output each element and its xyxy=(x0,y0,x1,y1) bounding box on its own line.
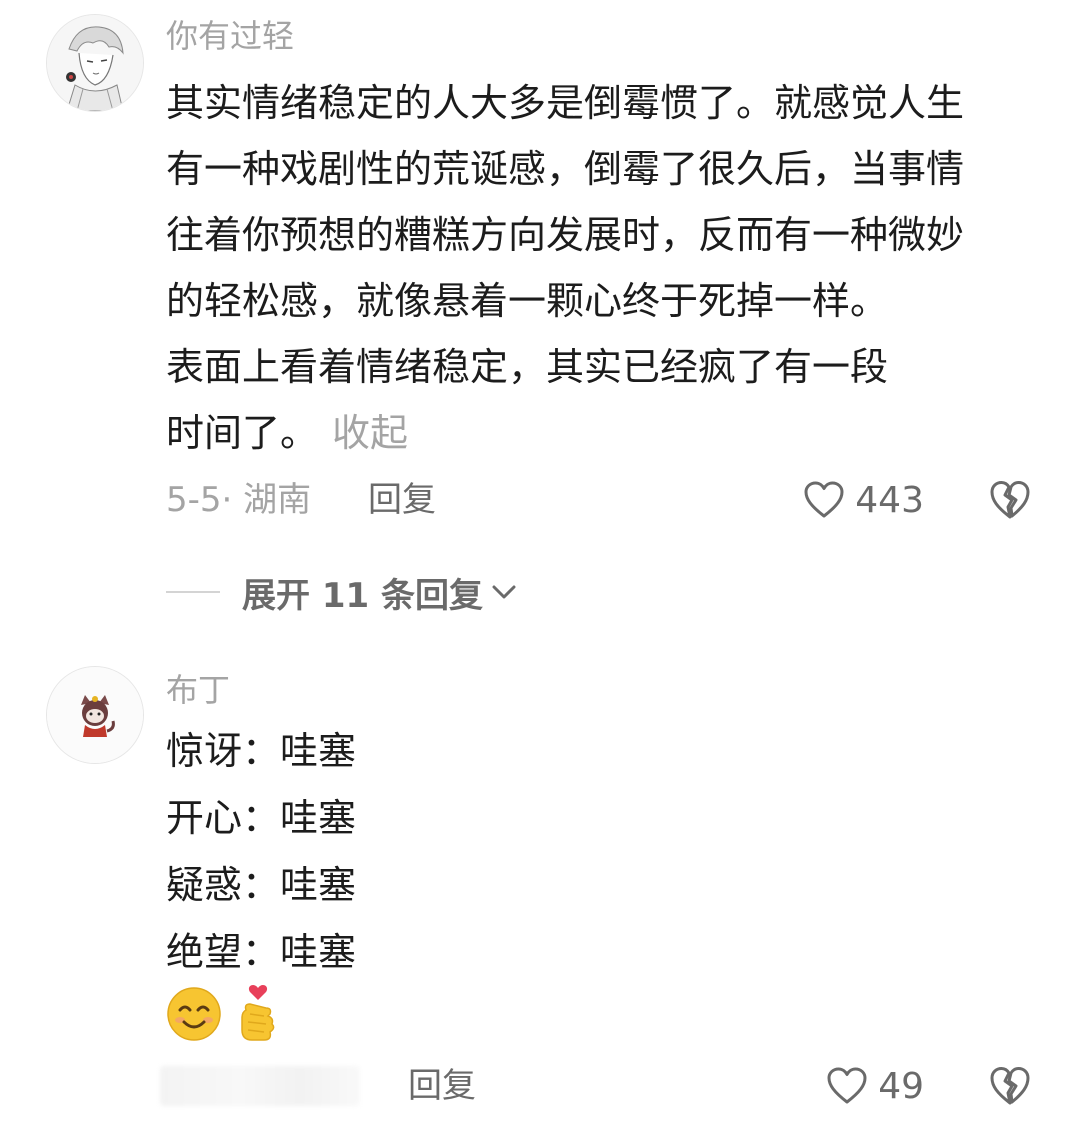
dislike-button[interactable] xyxy=(988,478,1032,522)
comment-line: 时间了。 xyxy=(166,411,319,455)
comment-line: 开心：哇塞 xyxy=(166,796,357,840)
divider-line xyxy=(166,591,220,593)
username[interactable]: 你有过轻 xyxy=(166,16,294,56)
like-button[interactable]: 443 xyxy=(803,478,924,522)
comment-line: 表面上看着情绪稳定，其实已经疯了有一段 xyxy=(166,345,889,389)
avatar-cat-icon xyxy=(47,667,143,763)
comment-meta: 5-5· 湖南 回复 xyxy=(166,478,436,522)
comment-line: 绝望：哇塞 xyxy=(166,930,357,974)
expand-replies-label: 展开 11 条回复 xyxy=(242,575,483,616)
expand-replies-button[interactable]: 展开 11 条回复 xyxy=(166,570,519,616)
username[interactable]: 布丁 xyxy=(166,670,230,710)
blurred-date-location xyxy=(160,1066,360,1106)
heart-outline-icon xyxy=(827,1067,867,1104)
avatar[interactable] xyxy=(46,14,144,112)
chevron-down-icon xyxy=(492,585,516,599)
comment-line: 其实情绪稳定的人大多是倒霉惯了。就感觉人生 xyxy=(166,81,965,125)
heart-outline-icon xyxy=(804,481,844,518)
reply-button[interactable]: 回复 xyxy=(368,480,436,520)
comment-line: 疑惑：哇塞 xyxy=(166,863,357,907)
smiling-face-emoji-icon xyxy=(166,986,222,1046)
comment-line-last: 时间了。 收起 xyxy=(166,400,1036,466)
broken-heart-icon xyxy=(990,1067,1030,1105)
reply-button[interactable]: 回复 xyxy=(408,1064,476,1108)
like-count: 49 xyxy=(878,1065,924,1107)
comment-line: 惊讶：哇塞 xyxy=(166,729,357,773)
finger-heart-emoji-icon xyxy=(236,984,280,1048)
avatar-sketch-icon xyxy=(47,15,143,111)
dislike-button[interactable] xyxy=(988,1064,1032,1108)
comment-text: 惊讶：哇塞 开心：哇塞 疑惑：哇塞 绝望：哇塞 xyxy=(166,718,1036,986)
broken-heart-icon xyxy=(990,481,1030,519)
comment-line: 的轻松感，就像悬着一颗心终于死掉一样。 xyxy=(166,279,889,323)
collapse-link[interactable]: 收起 xyxy=(332,411,408,455)
avatar[interactable] xyxy=(46,666,144,764)
date-location: 5-5· 湖南 xyxy=(166,480,312,520)
emoji-row xyxy=(166,984,294,1048)
comment-text: 其实情绪稳定的人大多是倒霉惯了。就感觉人生 有一种戏剧性的荒诞感，倒霉了很久后，… xyxy=(166,70,1036,466)
comment-line: 有一种戏剧性的荒诞感，倒霉了很久后，当事情 xyxy=(166,147,965,191)
like-count: 443 xyxy=(855,479,924,521)
comment-line: 往着你预想的糟糕方向发展时，反而有一种微妙 xyxy=(166,213,965,257)
like-button[interactable]: 49 xyxy=(826,1064,924,1108)
